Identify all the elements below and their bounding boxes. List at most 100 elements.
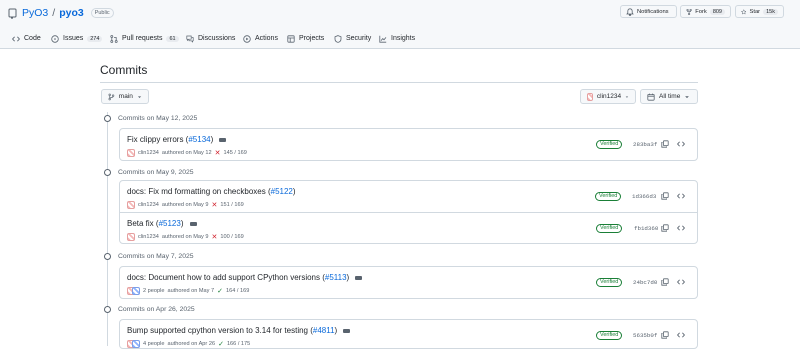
- issue-icon: [51, 34, 59, 43]
- commit-title[interactable]: Bump supported cpython version to 3.14 f…: [127, 326, 351, 335]
- discussion-icon: [186, 35, 194, 43]
- commit-row: Fix clippy errors (#5134) clin1234 autho…: [120, 129, 697, 160]
- star-button[interactable]: Star 15k: [735, 5, 784, 18]
- expand-ellipsis-icon[interactable]: [355, 275, 363, 280]
- commit-authored-date: authored on May 12: [161, 150, 212, 156]
- expand-ellipsis-icon[interactable]: [219, 137, 227, 142]
- pr-link[interactable]: #5134: [188, 135, 210, 144]
- commit-title[interactable]: docs: Fix md formatting on checkboxes (#…: [127, 187, 296, 196]
- x-icon[interactable]: ✕: [212, 233, 218, 241]
- check-icon[interactable]: ✓: [217, 287, 223, 295]
- commit-group-heading: Commits on Apr 26, 2025: [104, 304, 195, 314]
- fork-count: 809: [709, 8, 725, 15]
- check-icon[interactable]: ✓: [218, 340, 224, 348]
- commit-sha[interactable]: 283ba3f: [633, 141, 657, 148]
- copy-icon[interactable]: [661, 192, 669, 200]
- commit-group-date: Commits on Apr 26, 2025: [118, 305, 195, 313]
- fork-label: Fork: [695, 8, 707, 15]
- commit-author[interactable]: clin1234: [138, 202, 159, 208]
- commit-group-date: Commits on May 9, 2025: [118, 168, 194, 176]
- commit-author[interactable]: clin1234: [138, 150, 159, 156]
- tab-discussions[interactable]: Discussions: [186, 33, 235, 44]
- tab-label: Actions: [255, 35, 278, 42]
- repo-name-link[interactable]: pyo3: [59, 7, 84, 19]
- repo-owner-link[interactable]: PyO3: [22, 7, 48, 19]
- commit-author[interactable]: 4 people: [143, 341, 164, 347]
- pr-link[interactable]: #5122: [271, 187, 293, 196]
- fork-button[interactable]: Fork 809: [680, 5, 731, 18]
- title-divider: [100, 82, 698, 83]
- pr-link[interactable]: #4811: [313, 326, 335, 335]
- tab-insights[interactable]: Insights: [379, 33, 415, 44]
- tab-pull-requests[interactable]: Pull requests 61: [110, 33, 179, 44]
- time-filter[interactable]: All time: [640, 89, 698, 104]
- x-icon[interactable]: ✕: [212, 201, 218, 209]
- commit-group-date: Commits on May 12, 2025: [118, 114, 198, 122]
- notifications-label: Notifications: [637, 8, 669, 15]
- commit-row: Beta fix (#5123) clin1234 authored on Ma…: [120, 212, 697, 243]
- checks-count: 100 / 169: [220, 234, 244, 240]
- commit-author[interactable]: clin1234: [138, 234, 159, 240]
- commit-sha[interactable]: 5635b0f: [633, 332, 657, 339]
- expand-ellipsis-icon[interactable]: [343, 328, 351, 333]
- star-icon: [741, 8, 747, 15]
- tab-label: Projects: [299, 35, 325, 42]
- checks-count: 151 / 169: [220, 202, 244, 208]
- play-icon: [243, 34, 251, 43]
- avatar[interactable]: [127, 149, 135, 157]
- commit-author[interactable]: 2 people: [143, 288, 164, 294]
- commit-authored-date: authored on May 7: [167, 288, 215, 294]
- browse-code-icon[interactable]: [677, 224, 685, 232]
- branch-icon: [108, 93, 115, 100]
- avatar[interactable]: [127, 201, 135, 209]
- copy-icon[interactable]: [661, 331, 669, 339]
- avatar-stack[interactable]: [127, 287, 140, 295]
- commit-title[interactable]: Beta fix (#5123): [127, 219, 197, 228]
- verified-badge[interactable]: Verified: [596, 331, 623, 340]
- commit-sha[interactable]: fb1d360: [634, 225, 658, 232]
- commit-title[interactable]: docs: Document how to add support CPytho…: [127, 273, 363, 282]
- copy-icon[interactable]: [661, 224, 669, 232]
- copy-icon[interactable]: [661, 140, 669, 148]
- x-icon[interactable]: ✕: [215, 149, 221, 157]
- author-filter-label: clin1234: [596, 93, 622, 100]
- author-filter[interactable]: clin1234: [580, 89, 636, 104]
- code-icon: [12, 35, 20, 42]
- tab-code[interactable]: Code: [12, 33, 41, 44]
- browse-code-icon[interactable]: [677, 331, 685, 339]
- tab-issues[interactable]: Issues 274: [51, 33, 103, 44]
- chevron-down-icon: [625, 96, 629, 98]
- tab-security[interactable]: Security: [334, 33, 371, 44]
- repo-header: PyO3 / pyo3 Public Notifications Fork 80…: [0, 0, 800, 26]
- bell-icon: [626, 7, 634, 16]
- star-label: Star: [749, 8, 761, 15]
- commit-sha[interactable]: 24bc7d0: [633, 279, 657, 286]
- commit-row: Bump supported cpython version to 3.14 f…: [120, 320, 697, 348]
- branch-label: main: [118, 93, 133, 100]
- checks-count: 145 / 169: [223, 150, 247, 156]
- branch-selector[interactable]: main: [101, 89, 149, 104]
- browse-code-icon[interactable]: [677, 278, 685, 286]
- verified-badge[interactable]: Verified: [596, 224, 623, 233]
- avatar[interactable]: [127, 233, 135, 241]
- tab-projects[interactable]: Projects: [287, 33, 324, 44]
- pr-link[interactable]: #5123: [159, 219, 181, 228]
- expand-ellipsis-icon[interactable]: [189, 221, 197, 226]
- commit-group-heading: Commits on May 12, 2025: [104, 113, 197, 123]
- browse-code-icon[interactable]: [677, 192, 685, 200]
- avatar-stack[interactable]: [127, 340, 140, 348]
- browse-code-icon[interactable]: [677, 140, 685, 148]
- tab-actions[interactable]: Actions: [243, 33, 278, 44]
- verified-badge[interactable]: Verified: [596, 140, 623, 149]
- commit-sha[interactable]: 1d366d3: [632, 193, 656, 200]
- tab-label: Code: [24, 35, 41, 42]
- notifications-button[interactable]: Notifications: [620, 5, 677, 18]
- verified-badge[interactable]: Verified: [596, 278, 623, 287]
- copy-icon[interactable]: [661, 278, 669, 286]
- commit-node-icon: [104, 252, 111, 260]
- commit-title[interactable]: Fix clippy errors (#5134): [127, 135, 227, 144]
- pr-link[interactable]: #5113: [325, 273, 347, 282]
- pull-requests-count: 61: [166, 35, 179, 42]
- table-icon: [287, 34, 295, 43]
- verified-badge[interactable]: Verified: [595, 192, 622, 201]
